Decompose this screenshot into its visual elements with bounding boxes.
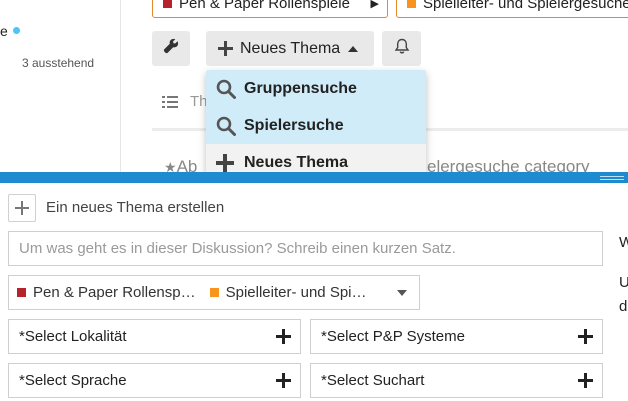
plus-icon — [578, 329, 593, 348]
dropdown-item-label: Gruppensuche — [244, 79, 357, 97]
grip-line — [600, 176, 624, 177]
dropdown-item-label: Neues Thema — [244, 153, 349, 171]
category-chip-label: Pen & Paper Rollensp… — [33, 284, 196, 301]
notifications-button[interactable] — [382, 31, 421, 66]
category-chip: Pen & Paper Rollensp… — [17, 284, 196, 301]
plus-icon — [218, 41, 233, 56]
plus-icon — [216, 153, 242, 172]
dropdown-item-spielersuche[interactable]: Spielersuche — [206, 107, 426, 144]
admin-wrench-button[interactable] — [152, 31, 190, 66]
new-topic-label: Neues Thema — [240, 39, 341, 57]
preview-partial-text: W — [619, 234, 628, 251]
category-color-swatch — [17, 288, 26, 297]
category-color-swatch — [163, 0, 172, 8]
new-topic-dropdown: Gruppensuche Spielersuche Neues Thema — [206, 70, 426, 176]
plus-icon — [578, 373, 593, 392]
tag-selector-label: *Select Sprache — [19, 372, 127, 389]
subcategory-color-swatch — [407, 0, 416, 8]
tag-selector-label: *Select P&P Systeme — [321, 328, 465, 345]
tag-selector-label: *Select Lokalität — [19, 328, 127, 345]
composer-title: Ein neues Thema erstellen — [46, 199, 225, 216]
dropdown-item-label: Spielersuche — [244, 116, 344, 134]
preview-partial-text: d — [619, 298, 628, 315]
topic-title-input[interactable] — [8, 231, 603, 266]
tag-selector-label: *Select Suchart — [321, 372, 425, 389]
category-chooser[interactable]: Pen & Paper Rollensp… Spielleiter- und S… — [8, 275, 420, 310]
breadcrumb-subcategory-label: Spielleiter- und Spielergesuche — [423, 0, 628, 12]
wrench-icon — [163, 38, 179, 59]
unread-indicator — [13, 27, 20, 34]
partial-tab-label: Th — [190, 93, 208, 110]
forum-page: e 3 ausstehend Pen & Paper Rollenspiele … — [0, 0, 628, 176]
composer-resize-bar[interactable] — [0, 172, 628, 183]
search-icon — [216, 116, 242, 136]
composer-action-toggle[interactable] — [8, 194, 36, 222]
chevron-right-icon: ▶ — [370, 0, 379, 10]
list-icon — [162, 95, 178, 112]
sidebar-partial-label: e — [0, 23, 8, 39]
grip-line — [600, 179, 624, 180]
dropdown-item-gruppensuche[interactable]: Gruppensuche — [206, 70, 426, 107]
select-sprache[interactable]: *Select Sprache — [8, 363, 301, 398]
category-chip-label: Spielleiter- und Spi… — [225, 284, 367, 301]
breadcrumb-category-label: Pen & Paper Rollenspiele — [179, 0, 350, 12]
plus-icon — [276, 373, 291, 392]
caret-up-icon — [348, 45, 359, 52]
sidebar-divider — [120, 0, 121, 176]
chevron-down-icon — [397, 290, 407, 296]
plus-icon — [15, 201, 29, 215]
preview-partial-text: U — [619, 274, 628, 291]
select-pp-systeme[interactable]: *Select P&P Systeme — [310, 319, 603, 354]
plus-icon — [276, 329, 291, 348]
breadcrumb-category[interactable]: Pen & Paper Rollenspiele ▶ — [152, 0, 388, 18]
composer-panel: Ein neues Thema erstellen Pen & Paper Ro… — [0, 172, 628, 401]
breadcrumb-subcategory[interactable]: Spielleiter- und Spielergesuche — [396, 0, 628, 18]
category-color-swatch — [209, 288, 219, 297]
pending-count: 3 ausstehend — [22, 56, 95, 70]
new-topic-button[interactable]: Neues Thema — [206, 31, 374, 66]
search-icon — [216, 79, 242, 99]
category-chip: Spielleiter- und Spi… — [209, 284, 367, 301]
bell-icon — [394, 38, 410, 60]
select-suchart[interactable]: *Select Suchart — [310, 363, 603, 398]
select-lokalitaet[interactable]: *Select Lokalität — [8, 319, 301, 354]
